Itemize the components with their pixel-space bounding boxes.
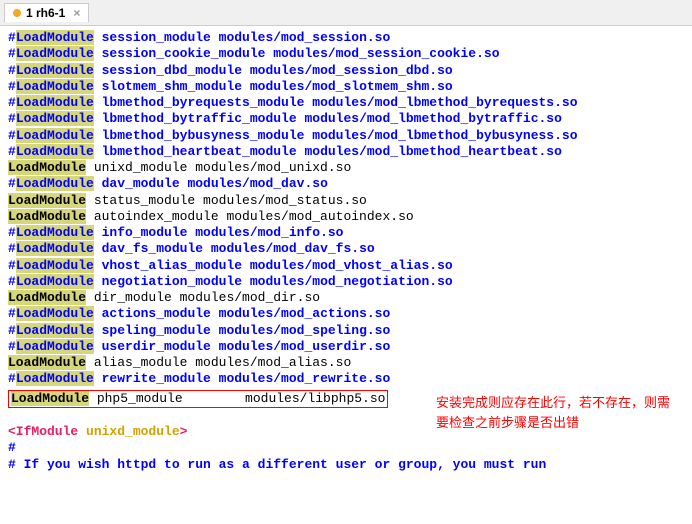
code-line: #LoadModule session_cookie_module module…	[8, 46, 684, 62]
hash-char: #	[8, 176, 16, 191]
code-line: #LoadModule userdir_module modules/mod_u…	[8, 339, 684, 355]
directive-keyword: LoadModule	[8, 160, 86, 175]
code-line: #LoadModule lbmethod_byrequests_module m…	[8, 95, 684, 111]
directive-args: lbmethod_bybusyness_module modules/mod_l…	[94, 128, 578, 143]
directive-args: dav_module modules/mod_dav.so	[94, 176, 328, 191]
tab-label: 1 rh6-1	[26, 6, 65, 20]
hash-char: #	[8, 79, 16, 94]
code-line: #LoadModule lbmethod_bytraffic_module mo…	[8, 111, 684, 127]
directive-args: session_module modules/mod_session.so	[94, 30, 390, 45]
directive-keyword: LoadModule	[8, 193, 86, 208]
directive-args: vhost_alias_module modules/mod_vhost_ali…	[94, 258, 453, 273]
code-line: #LoadModule negotiation_module modules/m…	[8, 274, 684, 290]
hash-char: #	[8, 63, 16, 78]
code-line: #LoadModule lbmethod_heartbeat_module mo…	[8, 144, 684, 160]
directive-keyword: LoadModule	[8, 290, 86, 305]
directive-keyword: LoadModule	[16, 323, 94, 338]
directive-keyword: LoadModule	[16, 95, 94, 110]
hash-char: #	[8, 339, 16, 354]
ifmodule-open: <IfModule	[8, 424, 86, 439]
code-line: #LoadModule session_dbd_module modules/m…	[8, 63, 684, 79]
modified-indicator-icon	[13, 9, 21, 17]
hash-char: #	[8, 440, 16, 455]
directive-args: dir_module modules/mod_dir.so	[86, 290, 320, 305]
hash-char: #	[8, 144, 16, 159]
directive-keyword: LoadModule	[16, 339, 94, 354]
annotation-text: 安装完成则应存在此行，若不存在，则需要检查之前步骤是否出错	[436, 393, 676, 432]
directive-keyword: LoadModule	[16, 79, 94, 94]
directive-args: negotiation_module modules/mod_negotiati…	[94, 274, 453, 289]
comment-text: # If you wish httpd to run as a differen…	[8, 457, 546, 472]
directive-args: actions_module modules/mod_actions.so	[94, 306, 390, 321]
directive-args: slotmem_shm_module modules/mod_slotmem_s…	[94, 79, 453, 94]
code-line: #LoadModule slotmem_shm_module modules/m…	[8, 79, 684, 95]
directive-keyword: LoadModule	[11, 391, 89, 406]
code-line: LoadModule autoindex_module modules/mod_…	[8, 209, 684, 225]
hash-char: #	[8, 371, 16, 386]
hash-char: #	[8, 258, 16, 273]
code-line: LoadModule alias_module modules/mod_alia…	[8, 355, 684, 371]
directive-args: info_module modules/mod_info.so	[94, 225, 344, 240]
directive-args: lbmethod_byrequests_module modules/mod_l…	[94, 95, 578, 110]
directive-keyword: LoadModule	[16, 241, 94, 256]
hash-char: #	[8, 225, 16, 240]
code-line: LoadModule unixd_module modules/mod_unix…	[8, 160, 684, 176]
directive-args: session_cookie_module modules/mod_sessio…	[94, 46, 500, 61]
code-line: #LoadModule rewrite_module modules/mod_r…	[8, 371, 684, 387]
directive-keyword: LoadModule	[8, 355, 86, 370]
comment-line: #	[8, 440, 684, 456]
code-line: #LoadModule actions_module modules/mod_a…	[8, 306, 684, 322]
comment-line: # If you wish httpd to run as a differen…	[8, 457, 684, 473]
hash-char: #	[8, 306, 16, 321]
code-line: #LoadModule info_module modules/mod_info…	[8, 225, 684, 241]
code-line: #LoadModule lbmethod_bybusyness_module m…	[8, 128, 684, 144]
close-icon[interactable]: ×	[73, 6, 80, 20]
red-box: LoadModule php5_module modules/libphp5.s…	[8, 390, 388, 408]
hash-char: #	[8, 46, 16, 61]
directive-keyword: LoadModule	[16, 63, 94, 78]
code-line: #LoadModule vhost_alias_module modules/m…	[8, 258, 684, 274]
hash-char: #	[8, 274, 16, 289]
directive-keyword: LoadModule	[16, 144, 94, 159]
hash-char: #	[8, 323, 16, 338]
tab-bar: 1 rh6-1 ×	[0, 0, 692, 26]
directive-keyword: LoadModule	[16, 176, 94, 191]
code-line: #LoadModule session_module modules/mod_s…	[8, 30, 684, 46]
directive-args: autoindex_module modules/mod_autoindex.s…	[86, 209, 414, 224]
directive-keyword: LoadModule	[8, 209, 86, 224]
hash-char: #	[8, 30, 16, 45]
directive-keyword: LoadModule	[16, 111, 94, 126]
hash-char: #	[8, 241, 16, 256]
directive-args: alias_module modules/mod_alias.so	[86, 355, 351, 370]
directive-keyword: LoadModule	[16, 128, 94, 143]
code-line: #LoadModule speling_module modules/mod_s…	[8, 323, 684, 339]
directive-keyword: LoadModule	[16, 306, 94, 321]
directive-args: lbmethod_bytraffic_module modules/mod_lb…	[94, 111, 562, 126]
directive-keyword: LoadModule	[16, 258, 94, 273]
code-line: LoadModule dir_module modules/mod_dir.so	[8, 290, 684, 306]
directive-args: status_module modules/mod_status.so	[86, 193, 367, 208]
directive-keyword: LoadModule	[16, 274, 94, 289]
hash-char: #	[8, 111, 16, 126]
directive-args: php5_module modules/libphp5.so	[89, 391, 385, 406]
code-line: LoadModule status_module modules/mod_sta…	[8, 193, 684, 209]
ifmodule-close: >	[180, 424, 188, 439]
hash-char: #	[8, 128, 16, 143]
directive-args: session_dbd_module modules/mod_session_d…	[94, 63, 453, 78]
directive-args: userdir_module modules/mod_userdir.so	[94, 339, 390, 354]
file-tab[interactable]: 1 rh6-1 ×	[4, 3, 89, 22]
directive-args: speling_module modules/mod_speling.so	[94, 323, 390, 338]
directive-args: lbmethod_heartbeat_module modules/mod_lb…	[94, 144, 562, 159]
hash-char: #	[8, 95, 16, 110]
code-line: #LoadModule dav_fs_module modules/mod_da…	[8, 241, 684, 257]
directive-args: dav_fs_module modules/mod_dav_fs.so	[94, 241, 375, 256]
directive-keyword: LoadModule	[16, 46, 94, 61]
directive-keyword: LoadModule	[16, 30, 94, 45]
directive-keyword: LoadModule	[16, 371, 94, 386]
directive-args: unixd_module modules/mod_unixd.so	[86, 160, 351, 175]
directive-keyword: LoadModule	[16, 225, 94, 240]
ifmodule-arg: unixd_module	[86, 424, 180, 439]
directive-args: rewrite_module modules/mod_rewrite.so	[94, 371, 390, 386]
code-line: #LoadModule dav_module modules/mod_dav.s…	[8, 176, 684, 192]
